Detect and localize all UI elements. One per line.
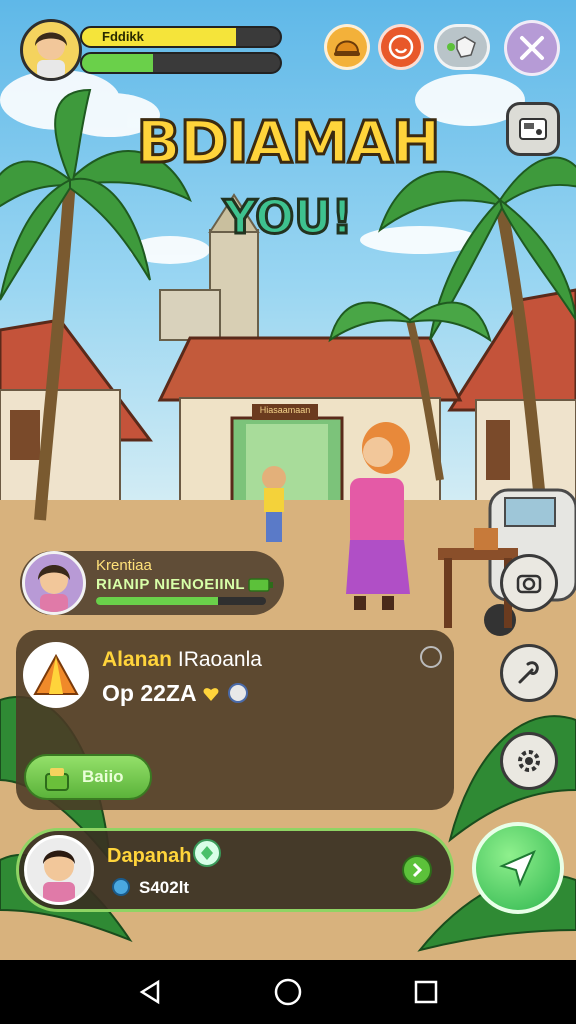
xp-bar bbox=[80, 52, 282, 74]
coin-icon bbox=[227, 683, 248, 703]
map-button[interactable] bbox=[434, 24, 490, 70]
camera-button[interactable] bbox=[500, 554, 558, 612]
quest-title-main: Alanan bbox=[102, 648, 173, 671]
heart-icon bbox=[203, 688, 219, 701]
npc-dialogue: RIANIP NIENOEIINL bbox=[96, 576, 246, 593]
game-scene: Fddikk BDIAMAH YOU! Hiasaamaan Krentiaa … bbox=[0, 0, 576, 960]
wrench-icon bbox=[518, 661, 539, 684]
mood-button[interactable] bbox=[378, 24, 424, 70]
settings-button[interactable] bbox=[500, 732, 558, 790]
npc-name: Krentiaa bbox=[96, 557, 152, 574]
back-icon bbox=[139, 979, 160, 1005]
player-bar-name: Dapanah bbox=[107, 845, 192, 867]
chevron-right-icon bbox=[412, 862, 423, 878]
recents-icon bbox=[414, 980, 438, 1004]
npc-card[interactable]: Krentiaa RIANIP NIENOEIINL bbox=[20, 551, 284, 615]
map-icon bbox=[447, 36, 476, 58]
helmet-icon bbox=[334, 40, 360, 56]
nav-back-button[interactable] bbox=[134, 976, 166, 1008]
home-icon bbox=[274, 978, 302, 1006]
npc-avatar bbox=[22, 551, 86, 615]
game-subtitle: YOU! bbox=[222, 189, 354, 246]
player-go-button[interactable] bbox=[402, 855, 432, 885]
gate-sign: Hiasaamaan bbox=[259, 405, 311, 415]
npc-progress-bar bbox=[96, 597, 266, 605]
xp-bar-fill bbox=[82, 54, 154, 72]
quest-panel: Alanan IRaoanla Op 22ZA Baiio bbox=[16, 630, 454, 810]
nav-home-button[interactable] bbox=[272, 976, 304, 1008]
nav-recents-button[interactable] bbox=[410, 976, 442, 1008]
tools-button[interactable] bbox=[504, 20, 560, 76]
health-bar: Fddikk bbox=[80, 26, 282, 48]
basket-icon bbox=[45, 768, 69, 791]
player-name: Fddikk bbox=[102, 29, 144, 44]
smile-icon bbox=[388, 34, 414, 60]
quest-value-text: Op 22ZA bbox=[102, 680, 196, 706]
quest-value: Op 22ZA bbox=[102, 680, 249, 707]
system-nav-bar bbox=[0, 960, 576, 1024]
player-coins: S402lt bbox=[139, 878, 190, 897]
tools-icon bbox=[520, 36, 544, 60]
tent-icon bbox=[33, 653, 79, 695]
info-icon[interactable] bbox=[420, 646, 442, 668]
quest-action-button[interactable]: Baiio bbox=[24, 754, 152, 800]
player-bar-avatar bbox=[24, 835, 94, 905]
send-icon bbox=[499, 850, 536, 887]
player-avatar[interactable] bbox=[20, 19, 82, 81]
gem-icon bbox=[193, 839, 221, 867]
quest-title-sub: IRaoanla bbox=[177, 648, 262, 671]
npc-progress-fill bbox=[96, 597, 219, 605]
send-button[interactable] bbox=[472, 822, 564, 914]
battery-icon bbox=[248, 578, 273, 592]
camera-icon bbox=[516, 574, 542, 594]
player-bar[interactable]: Dapanah S402lt bbox=[16, 828, 454, 912]
quest-icon bbox=[23, 642, 89, 708]
helmet-button[interactable] bbox=[324, 24, 370, 70]
badge-icon bbox=[112, 878, 130, 896]
quest-title: Alanan IRaoanla bbox=[102, 648, 262, 672]
wrench-button[interactable] bbox=[500, 644, 558, 702]
gear-icon bbox=[518, 750, 540, 772]
quest-action-label: Baiio bbox=[82, 767, 124, 786]
game-title: BDIAMAH bbox=[135, 107, 442, 178]
